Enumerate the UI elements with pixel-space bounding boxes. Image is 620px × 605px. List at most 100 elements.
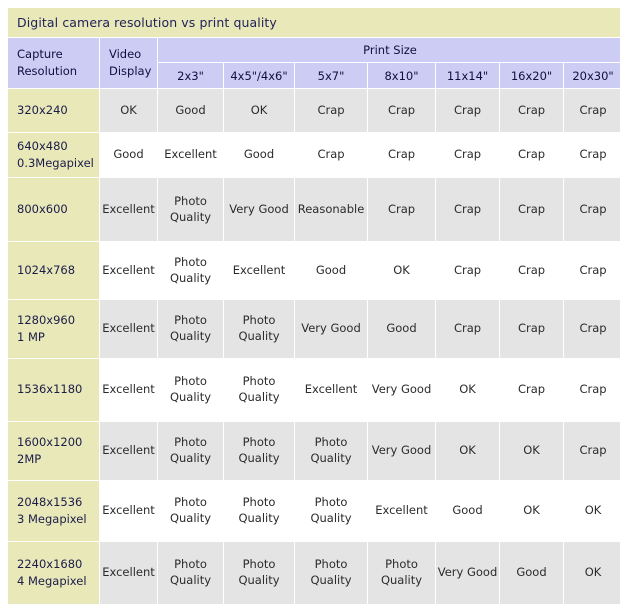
column-header-print-size: 4x5"/4x6" — [224, 63, 294, 88]
column-header-print-size: 2x3" — [158, 63, 223, 88]
cell-video-display: Excellent — [100, 242, 157, 299]
cell-print-quality: Photo Quality — [368, 542, 435, 604]
table-row: 2048x1536 3 Megapixel Excellent Photo Quali… — [8, 481, 620, 541]
resolution-line2: 2MP — [17, 452, 42, 466]
cell-print-quality: Very Good — [436, 542, 499, 604]
cell-print-quality: Reasonable — [295, 178, 367, 241]
cell-print-quality: Photo Quality — [295, 481, 367, 541]
cell-print-quality: Photo Quality — [224, 542, 294, 604]
cell-print-quality: Photo Quality — [224, 422, 294, 480]
row-header-capture-resolution: 1024x768 — [8, 242, 99, 299]
row-header-capture-resolution: 640x480 0.3Megapixel — [8, 133, 99, 177]
row-header-capture-resolution: 320x240 — [8, 89, 99, 132]
resolution-line1: 640x480 — [17, 138, 68, 153]
cell-video-display: Excellent — [100, 542, 157, 604]
cell-print-quality: OK — [564, 542, 620, 604]
row-header-capture-resolution: 2048x1536 3 Megapixel — [8, 481, 99, 541]
cell-print-quality: Photo Quality — [224, 359, 294, 421]
cell-video-display: Excellent — [100, 481, 157, 541]
table-row: 1280x960 1 MP Excellent Photo Quality Photo … — [8, 300, 620, 358]
table-row: 640x480 0.3Megapixel Good Excellent Good Crap… — [8, 133, 620, 177]
table-row: 320x240 OK Good OK Crap Crap Crap Crap Crap — [8, 89, 620, 132]
resolution-line1: 1280x960 — [17, 312, 76, 327]
resolution-print-quality-table: Digital camera resolution vs print quali… — [7, 7, 620, 605]
cell-print-quality: Very Good — [224, 178, 294, 241]
row-header-capture-resolution: 1600x1200 2MP — [8, 422, 99, 480]
cell-print-quality: Crap — [436, 178, 499, 241]
cell-print-quality: Photo Quality — [158, 359, 223, 421]
table-row: 1536x1180 Excellent Photo Quality Photo Qua… — [8, 359, 620, 421]
column-header-print-size: 11x14" — [436, 63, 499, 88]
header-group-row: Capture Resolution Video Display Print S… — [8, 38, 620, 88]
cell-print-quality: Crap — [564, 178, 620, 241]
cell-print-quality: OK — [500, 422, 563, 480]
cell-print-quality: Crap — [500, 133, 563, 177]
cell-print-quality: Crap — [564, 300, 620, 358]
cell-print-quality: Photo Quality — [295, 422, 367, 480]
cell-video-display: Excellent — [100, 178, 157, 241]
resolution-line1: 2048x1536 — [17, 494, 83, 509]
cell-print-quality: Photo Quality — [158, 481, 223, 541]
cell-print-quality: Crap — [368, 133, 435, 177]
cell-video-display: Excellent — [100, 422, 157, 480]
cell-video-display: Excellent — [100, 359, 157, 421]
cell-print-quality: Crap — [436, 242, 499, 299]
resolution-line1: 1536x1180 — [17, 382, 83, 397]
cell-print-quality: Excellent — [295, 359, 367, 421]
resolution-line2: 1 MP — [17, 330, 45, 344]
column-header-print-size: 20x30" — [564, 63, 620, 88]
cell-video-display: Excellent — [100, 300, 157, 358]
resolution-line1: 1024x768 — [17, 262, 76, 277]
cell-print-quality: Photo Quality — [158, 242, 223, 299]
cell-print-quality: OK — [564, 481, 620, 541]
cell-print-quality: Photo Quality — [158, 422, 223, 480]
cell-print-quality: Good — [500, 542, 563, 604]
column-header-print-size: 16x20" — [500, 63, 563, 88]
column-header-capture-resolution: Capture Resolution — [8, 38, 99, 88]
cell-print-quality: Crap — [295, 89, 367, 132]
quality-table-container: Digital camera resolution vs print quali… — [7, 7, 620, 605]
resolution-line1: 320x240 — [17, 102, 68, 117]
cell-print-quality: Excellent — [158, 133, 223, 177]
row-header-capture-resolution: 800x600 — [8, 178, 99, 241]
cell-print-quality: Photo Quality — [224, 481, 294, 541]
table-row: 1024x768 Excellent Photo Quality Excellent G… — [8, 242, 620, 299]
cell-print-quality: OK — [436, 422, 499, 480]
cell-print-quality: Good — [436, 481, 499, 541]
table-body: 320x240 OK Good OK Crap Crap Crap Crap Crap 640x4… — [8, 89, 620, 604]
cell-print-quality: Good — [295, 242, 367, 299]
cell-print-quality: Photo Quality — [158, 300, 223, 358]
cell-print-quality: Crap — [500, 242, 563, 299]
video-display-line1: Video — [109, 47, 142, 62]
column-header-video-display: Video Display — [100, 38, 157, 88]
cell-print-quality: OK — [436, 359, 499, 421]
capture-resolution-line2: Resolution — [17, 64, 78, 78]
cell-print-quality: Photo Quality — [158, 178, 223, 241]
resolution-line2: 3 Megapixel — [17, 512, 87, 526]
table-title-row: Digital camera resolution vs print quali… — [8, 8, 620, 37]
capture-resolution-line1: Capture — [17, 47, 63, 62]
cell-print-quality: Crap — [564, 359, 620, 421]
cell-video-display: OK — [100, 89, 157, 132]
cell-video-display: Good — [100, 133, 157, 177]
row-header-capture-resolution: 1280x960 1 MP — [8, 300, 99, 358]
cell-print-quality: Crap — [436, 89, 499, 132]
row-header-capture-resolution: 1536x1180 — [8, 359, 99, 421]
column-header-print-size: 5x7" — [295, 63, 367, 88]
cell-print-quality: Crap — [368, 178, 435, 241]
cell-print-quality: OK — [224, 89, 294, 132]
cell-print-quality: Photo Quality — [295, 542, 367, 604]
cell-print-quality: Very Good — [368, 359, 435, 421]
cell-print-quality: Crap — [436, 133, 499, 177]
cell-print-quality: Excellent — [224, 242, 294, 299]
cell-print-quality: Crap — [564, 133, 620, 177]
cell-print-quality: Very Good — [368, 422, 435, 480]
cell-print-quality: Good — [158, 89, 223, 132]
cell-print-quality: Crap — [500, 359, 563, 421]
resolution-line2: 4 Megapixel — [17, 574, 87, 588]
row-header-capture-resolution: 2240x1680 4 Megapixel — [8, 542, 99, 604]
cell-print-quality: Crap — [564, 89, 620, 132]
cell-print-quality: Crap — [436, 300, 499, 358]
resolution-line2: 0.3Megapixel — [17, 156, 94, 170]
table-row: 800x600 Excellent Photo Quality Very Good Re… — [8, 178, 620, 241]
